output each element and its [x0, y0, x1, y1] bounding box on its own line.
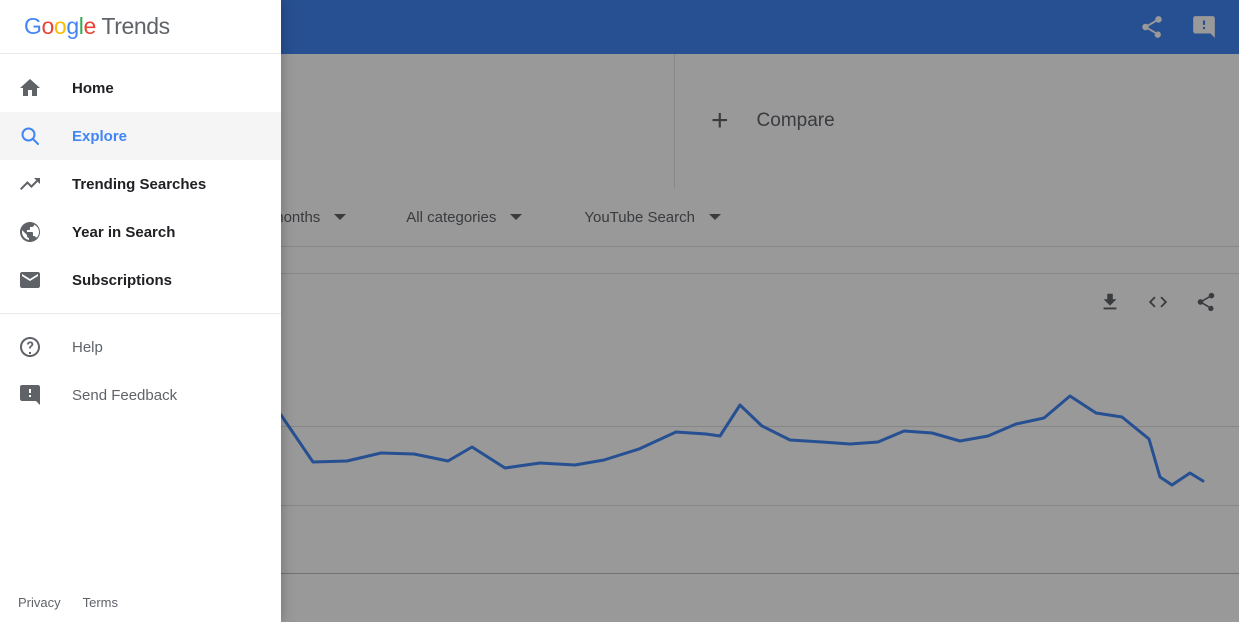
drawer-header: Google Trends	[0, 0, 281, 54]
sidebar-item-trending-searches[interactable]: Trending Searches	[0, 160, 281, 208]
sidebar-item-label: Subscriptions	[72, 271, 173, 289]
logo-word-trends: Trends	[95, 13, 170, 39]
logo-letter-o1: o	[41, 13, 55, 39]
sidebar-item-label: Send Feedback	[72, 386, 178, 404]
logo-letter-g2: g	[66, 13, 79, 39]
sidebar-item-home[interactable]: Home	[0, 64, 281, 112]
search-icon	[18, 124, 42, 148]
logo-letter-o2: o	[53, 13, 67, 39]
sidebar-item-help[interactable]: Help	[0, 323, 281, 371]
sidebar-item-explore[interactable]: Explore	[0, 112, 281, 160]
drawer-footer: Privacy Terms	[0, 595, 281, 622]
sidebar-item-year-in-search[interactable]: Year in Search	[0, 208, 281, 256]
drawer-divider	[0, 313, 281, 314]
sidebar-item-label: Home	[72, 79, 114, 97]
feedback-icon	[18, 383, 42, 407]
home-icon	[18, 76, 42, 100]
sidebar-item-subscriptions[interactable]: Subscriptions	[0, 256, 281, 304]
sidebar-item-send-feedback[interactable]: Send Feedback	[0, 371, 281, 419]
navigation-drawer: Google Trends Home Explore Trending Sear…	[0, 0, 281, 622]
envelope-icon	[18, 268, 42, 292]
privacy-link[interactable]: Privacy	[18, 595, 61, 610]
trending-up-icon	[18, 172, 42, 196]
globe-icon	[18, 220, 42, 244]
logo-letter-e: e	[83, 13, 96, 39]
trends-explore-screen: Explore + Compare	[0, 0, 1239, 622]
drawer-nav-list: Home Explore Trending Searches Year in S…	[0, 54, 281, 419]
terms-link[interactable]: Terms	[83, 595, 118, 610]
google-trends-logo[interactable]: Google Trends	[24, 13, 170, 40]
sidebar-item-label: Help	[72, 338, 103, 356]
logo-letter-g1: G	[24, 13, 42, 39]
sidebar-item-label: Year in Search	[72, 223, 176, 241]
sidebar-item-label: Trending Searches	[72, 175, 207, 193]
sidebar-item-label: Explore	[72, 127, 128, 145]
help-circle-icon	[18, 335, 42, 359]
